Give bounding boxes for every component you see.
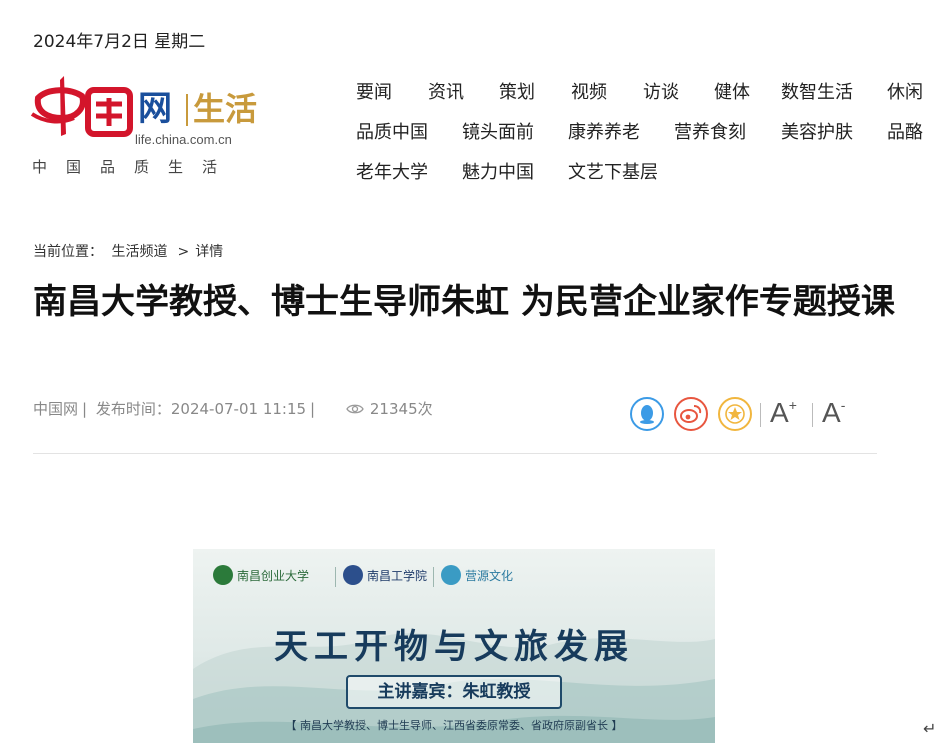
return-icon: ↵ — [923, 719, 937, 738]
meta-divider: | — [310, 400, 316, 418]
nav-item-meili[interactable]: 魅力中国 — [462, 158, 534, 184]
font-increase-label: A — [770, 397, 789, 428]
breadcrumb-label: 当前位置： — [33, 244, 103, 260]
breadcrumb: 当前位置： 生活频道 > 详情 — [33, 241, 227, 261]
weibo-icon — [680, 405, 702, 423]
qq-icon — [640, 405, 654, 424]
nav-item-shuzhi[interactable]: 数智生活 — [781, 78, 853, 104]
font-increase-button[interactable]: A+ — [770, 397, 797, 429]
share-qq-button[interactable] — [630, 397, 664, 431]
nav-item-xiuxian[interactable]: 休闲 — [887, 78, 923, 104]
poster-subtitle: 【 南昌大学教授、博士生导师、江西省委原常委、省政府原副省长 】 — [285, 719, 623, 732]
logo-brand-main: 网 — [138, 89, 172, 129]
eye-icon — [346, 404, 364, 414]
nav-item-yaowen[interactable]: 要闻 — [356, 78, 392, 104]
share-favorite-button[interactable] — [718, 397, 752, 431]
poster-logo-separator — [433, 567, 434, 587]
nav-item-zixun[interactable]: 资讯 — [428, 78, 464, 104]
poster-logo-3-text: 营源文化 — [465, 568, 514, 583]
font-decrease-button[interactable]: A- — [822, 397, 845, 429]
current-date: 2024年7月2日 星期二 — [33, 32, 206, 52]
font-decrease-label: A — [822, 397, 841, 428]
breadcrumb-separator: > — [177, 244, 190, 260]
nav-row-2: 品质中国 镜头面前 康养养老 营养食刻 美容护肤 品酪 — [356, 118, 946, 158]
nav-row-3: 老年大学 魅力中国 文艺下基层 — [356, 158, 946, 198]
poster-title: 天工开物与文旅发展 — [274, 627, 634, 667]
poster-logo-3: 营源文化 — [441, 565, 513, 585]
share-weibo-button[interactable] — [674, 397, 708, 431]
article-title: 南昌大学教授、博士生导师朱虹 为民营企业家作专题授课 — [33, 282, 895, 322]
toolbar-divider — [760, 403, 761, 427]
breadcrumb-current: 详情 — [195, 244, 224, 260]
logo-tagline: 中国品质生活 — [32, 158, 237, 176]
nav-item-fangtan[interactable]: 访谈 — [643, 78, 679, 104]
view-count: 21345次 — [369, 400, 433, 418]
star-icon — [725, 404, 745, 424]
logo-domain: life.china.com.cn — [135, 132, 232, 147]
article-source: 中国网 — [33, 400, 79, 418]
nav-item-pinzhi[interactable]: 品质中国 — [356, 118, 428, 144]
poster-speaker: 主讲嘉宾：朱虹教授 — [346, 675, 562, 709]
nav-item-jianti[interactable]: 健体 — [714, 78, 750, 104]
nav-row-1: 要闻 资讯 策划 视频 访谈 健体 数智生活 休闲 — [356, 78, 946, 118]
poster-logo-separator — [335, 567, 336, 587]
china-logo-icon — [30, 76, 133, 137]
nav-item-yingyang[interactable]: 营养食刻 — [674, 118, 746, 144]
breadcrumb-channel-link[interactable]: 生活频道 — [111, 244, 167, 260]
univ-emblem-icon — [213, 565, 233, 585]
nav-item-jingtou[interactable]: 镜头面前 — [462, 118, 534, 144]
main-navigation: 要闻 资讯 策划 视频 访谈 健体 数智生活 休闲 品质中国 镜头面前 康养养老… — [356, 78, 946, 198]
nav-item-kangyang[interactable]: 康养养老 — [568, 118, 640, 144]
font-increase-sign: + — [788, 397, 797, 413]
publish-label: 发布时间： — [95, 400, 171, 418]
article-meta: 中国网 | 发布时间：2024-07-01 11:15 | 21345次 — [33, 398, 433, 419]
nav-item-wenyi[interactable]: 文艺下基层 — [568, 158, 658, 184]
logo-divider — [186, 94, 188, 126]
meta-divider: | — [82, 400, 88, 418]
content-divider — [33, 453, 877, 454]
article-poster-image: 南昌创业大学 南昌工学院 营源文化 天工开物与文旅发展 主讲嘉宾：朱虹教授 【 … — [193, 549, 715, 743]
logo-brand-sub: 生活 — [193, 90, 258, 128]
poster-logo-1: 南昌创业大学 — [213, 565, 309, 585]
poster-logo-2: 南昌工学院 — [343, 565, 427, 585]
nav-item-laonian[interactable]: 老年大学 — [356, 158, 428, 184]
poster-logo-1-text: 南昌创业大学 — [237, 568, 310, 583]
college-emblem-icon — [343, 565, 363, 585]
nav-item-meirong[interactable]: 美容护肤 — [781, 118, 853, 144]
publish-time: 2024-07-01 11:15 — [170, 400, 307, 418]
font-decrease-sign: - — [840, 397, 846, 413]
nav-item-pinlao[interactable]: 品酪 — [887, 118, 923, 144]
culture-logo-icon — [441, 565, 461, 585]
site-logo[interactable]: 网 生活 life.china.com.cn 中国品质生活 — [30, 74, 262, 184]
nav-item-shipin[interactable]: 视频 — [571, 78, 607, 104]
toolbar-divider — [812, 403, 813, 427]
nav-item-cehua[interactable]: 策划 — [499, 78, 535, 104]
poster-logo-2-text: 南昌工学院 — [367, 568, 428, 583]
